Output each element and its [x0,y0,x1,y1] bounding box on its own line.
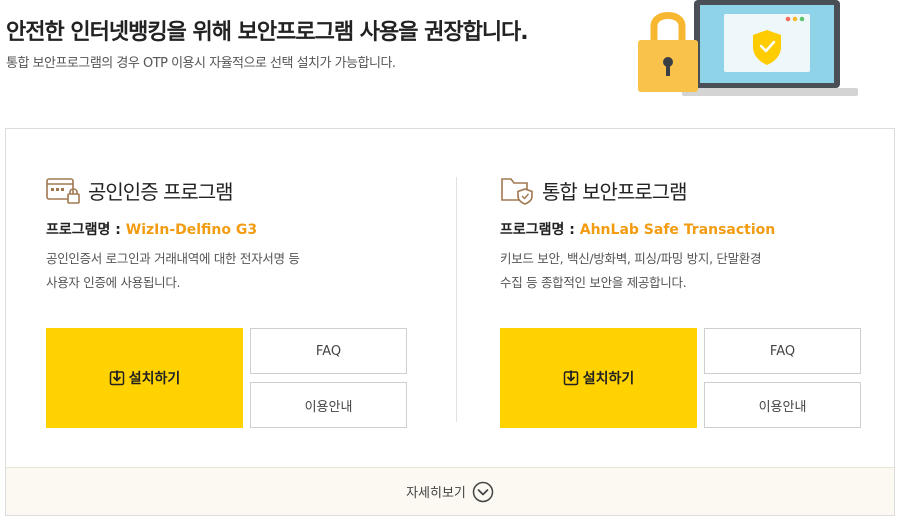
install-button-label: 설치하기 [582,371,635,387]
security-programs-panel: 공인인증 프로그램 프로그램명 : WizIn-Delfino G3 공인인증서… [5,128,895,516]
program-header: 통합 보안프로그램 [500,175,688,205]
window-dot-yellow [792,16,798,22]
program-name-line: 프로그램명 : AhnLab Safe Transaction [500,219,775,239]
program-title: 통합 보안프로그램 [542,179,688,204]
usage-guide-button[interactable]: 이용안내 [704,382,861,428]
security-illustration [638,0,858,96]
program-name: AhnLab Safe Transaction [579,222,776,238]
program-certificate: 공인인증 프로그램 프로그램명 : WizIn-Delfino G3 공인인증서… [46,129,446,469]
folder-shield-icon [501,178,533,205]
install-button[interactable]: 설치하기 [500,328,697,428]
chevron-down-circle-icon [472,481,494,502]
program-name-line: 프로그램명 : WizIn-Delfino G3 [46,219,257,239]
view-more-button[interactable]: 자세히보기 [6,467,894,515]
window-dot-green [799,16,805,22]
usage-guide-button[interactable]: 이용안내 [250,382,407,428]
description-line: 수집 등 종합적인 보안을 제공합니다. [500,275,687,290]
view-more-label: 자세히보기 [406,486,466,501]
program-name-label: 프로그램명 : [500,222,580,238]
faq-button[interactable]: FAQ [704,328,861,374]
program-name-label: 프로그램명 : [46,222,126,238]
lock-shackle [650,12,686,44]
column-divider [456,177,457,422]
program-description: 키보드 보안, 백신/방화벽, 피싱/파밍 방지, 단말환경 수집 등 종합적인… [500,247,880,295]
description-line: 사용자 인증에 사용됩니다. [46,275,181,290]
program-title: 공인인증 프로그램 [88,179,234,204]
program-description: 공인인증서 로그인과 거래내역에 대한 전자서명 등 사용자 인증에 사용됩니다… [46,247,426,295]
description-line: 공인인증서 로그인과 거래내역에 대한 전자서명 등 [46,251,300,266]
description-line: 키보드 보안, 백신/방화벽, 피싱/파밍 방지, 단말환경 [500,251,762,266]
download-icon [109,370,124,386]
page-title: 안전한 인터넷뱅킹을 위해 보안프로그램 사용을 권장합니다. [6,20,529,45]
laptop-base [682,88,858,96]
page-subtitle: 통합 보안프로그램의 경우 OTP 이용시 자율적으로 선택 설치가 가능합니다… [6,56,396,71]
download-icon [563,370,578,386]
install-button[interactable]: 설치하기 [46,328,243,428]
program-integrated-security: 통합 보안프로그램 프로그램명 : AhnLab Safe Transactio… [500,129,900,469]
install-button-label: 설치하기 [128,371,181,387]
faq-button[interactable]: FAQ [250,328,407,374]
window-dot-red [785,16,791,22]
certificate-lock-icon [46,178,80,204]
lock-keyhole-slot [666,64,670,76]
program-header: 공인인증 프로그램 [46,175,234,205]
program-name: WizIn-Delfino G3 [125,222,258,238]
